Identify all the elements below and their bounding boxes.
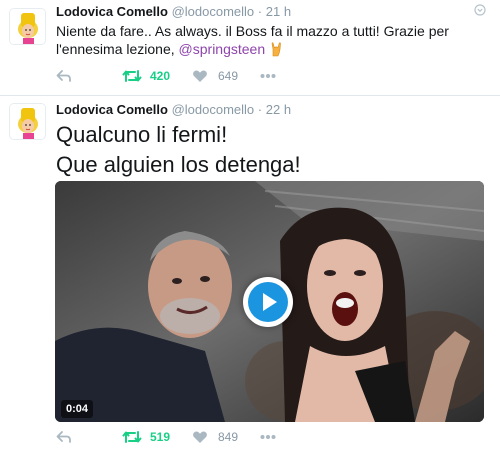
separator-dot: ·: [257, 102, 263, 117]
heart-icon: [193, 431, 207, 443]
video-duration-badge: 0:04: [61, 400, 94, 418]
caret-down-icon[interactable]: [474, 4, 486, 16]
tweet-text-line: Que alguien los detenga!: [56, 152, 301, 177]
retweet-icon: [122, 431, 142, 443]
retweet-icon: [122, 70, 142, 82]
horns-hand-emoji-icon: [269, 41, 285, 61]
avatar[interactable]: [9, 103, 46, 140]
avatar-image: [10, 9, 45, 44]
retweet-button[interactable]: 519: [122, 427, 170, 447]
like-count: 849: [218, 430, 239, 444]
like-button[interactable]: 649: [192, 66, 238, 86]
more-dots-icon: [260, 74, 276, 78]
video-player[interactable]: 0:04: [55, 181, 484, 422]
tweet-actions: 519 849: [56, 427, 476, 447]
author-name[interactable]: Lodovica Comello: [56, 102, 168, 117]
like-count: 649: [218, 69, 239, 83]
author-name[interactable]: Lodovica Comello: [56, 4, 168, 19]
tweet-header: Lodovica Comello @lodocomello · 21 h: [56, 4, 291, 20]
tweet-timestamp[interactable]: 22 h: [266, 102, 291, 117]
tweet-text-line: Qualcuno li fermi!: [56, 122, 228, 147]
retweet-count: 519: [150, 430, 171, 444]
retweet-button[interactable]: 420: [122, 66, 170, 86]
reply-button[interactable]: [56, 427, 72, 447]
reply-icon: [56, 70, 71, 82]
play-button[interactable]: [243, 277, 293, 327]
play-icon: [263, 293, 277, 311]
avatar-image: [10, 104, 45, 139]
mention-link[interactable]: @springsteen: [179, 41, 266, 57]
tweet-item[interactable]: Lodovica Comello @lodocomello · 21 h Nie…: [0, 0, 500, 96]
reply-icon: [56, 431, 71, 443]
reply-button[interactable]: [56, 66, 72, 86]
retweet-count: 420: [150, 69, 171, 83]
more-dots-icon: [260, 435, 276, 439]
heart-icon: [193, 70, 207, 82]
more-button[interactable]: [260, 427, 276, 447]
tweet-item[interactable]: Lodovica Comello @lodocomello · 22 h Qua…: [0, 96, 500, 449]
tweet-timestamp[interactable]: 21 h: [266, 4, 291, 19]
like-button[interactable]: 849: [192, 427, 238, 447]
separator-dot: ·: [257, 4, 263, 19]
author-handle[interactable]: @lodocomello: [172, 102, 255, 117]
tweet-text: Qualcuno li fermi! Que alguien los deten…: [56, 120, 486, 180]
avatar[interactable]: [9, 8, 46, 45]
more-button[interactable]: [260, 66, 276, 86]
tweet-text: Niente da fare.. As always. il Boss fa i…: [56, 22, 486, 61]
tweet-actions: 420 649: [56, 66, 476, 86]
tweet-header: Lodovica Comello @lodocomello · 22 h: [56, 102, 291, 118]
author-handle[interactable]: @lodocomello: [172, 4, 255, 19]
